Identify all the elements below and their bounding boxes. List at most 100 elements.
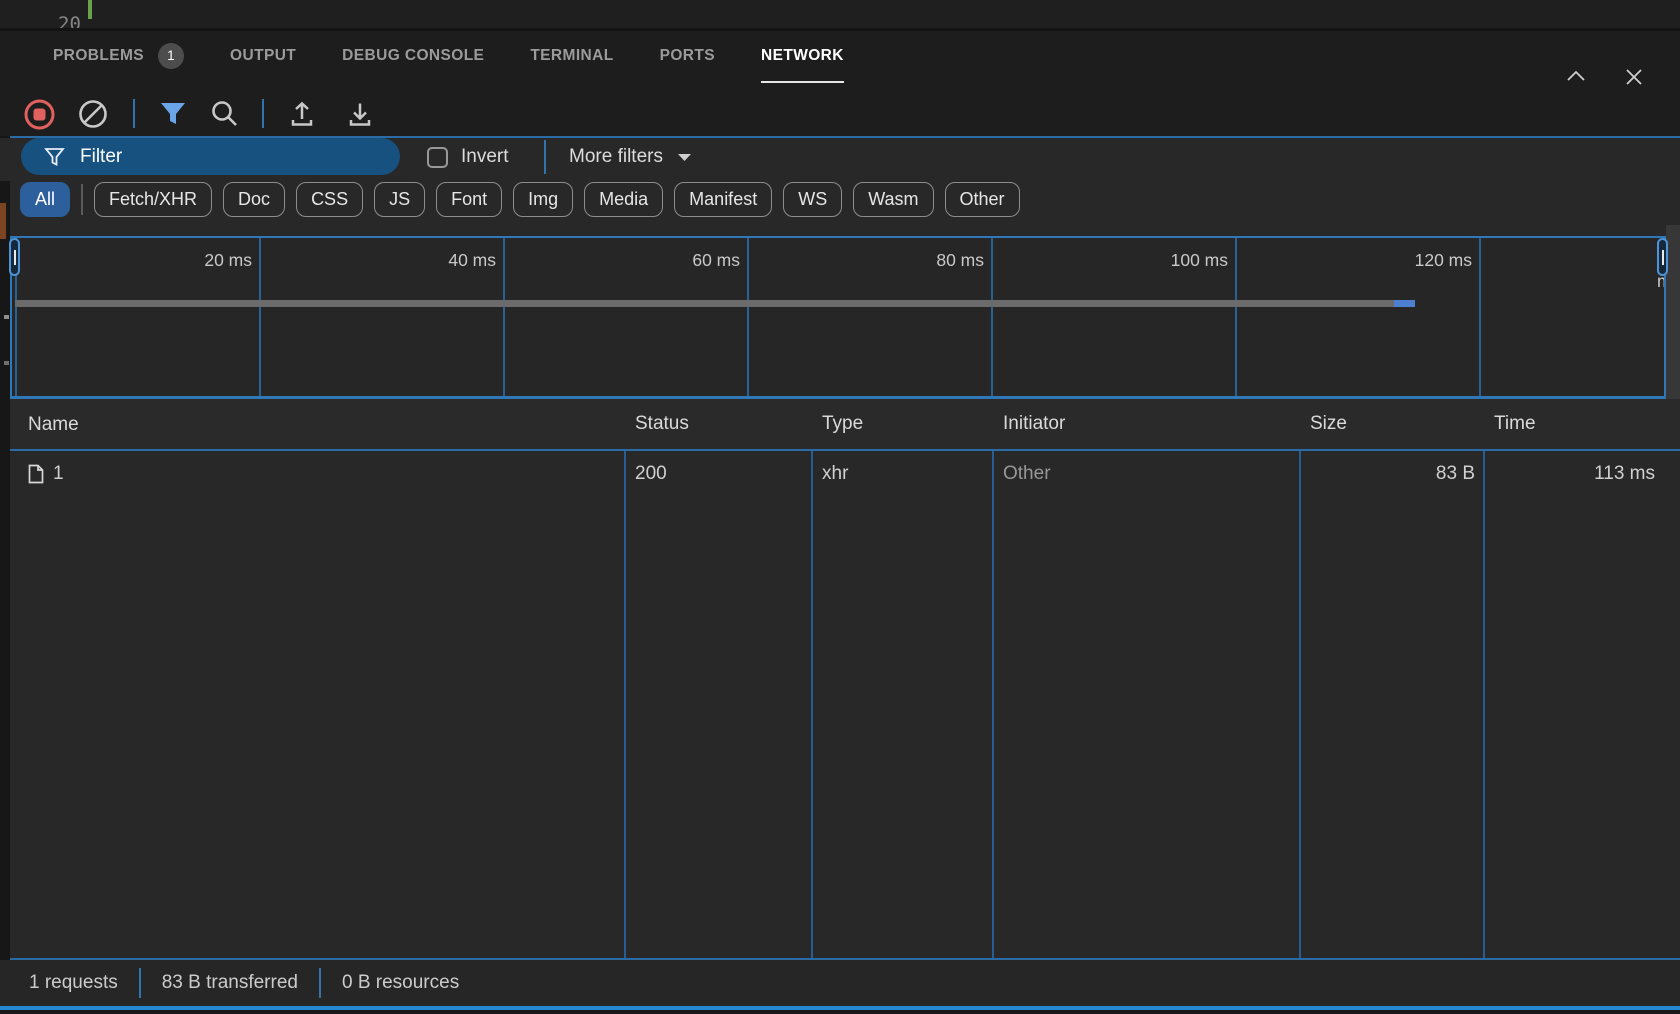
network-toolbar — [0, 91, 1680, 136]
record-stop-icon — [24, 99, 55, 130]
tab-network[interactable]: NETWORK — [761, 39, 844, 73]
tab-debug-console[interactable]: DEBUG CONSOLE — [342, 39, 484, 73]
request-size: 83 B — [1299, 451, 1483, 497]
status-separator — [139, 968, 141, 998]
record-stop-button[interactable] — [24, 99, 54, 129]
import-har-button[interactable] — [287, 99, 317, 129]
invert-label: Invert — [461, 146, 509, 168]
screen-bottom-edge — [0, 1010, 1680, 1014]
tab-ports[interactable]: PORTS — [660, 39, 715, 73]
chip-other[interactable]: Other — [945, 182, 1020, 217]
active-tab-underline — [761, 81, 844, 83]
search-icon — [210, 100, 238, 128]
timeline-gridline — [747, 238, 749, 396]
request-name-cell: 1 — [10, 451, 624, 497]
vscode-panel: 20 // const yourMMKVStorage = new MMKV()… — [0, 0, 1680, 1014]
tab-label: PROBLEMS — [53, 39, 144, 73]
resources-size: 0 B resources — [342, 972, 459, 994]
more-filters-dropdown[interactable]: More filters — [569, 146, 692, 168]
chip-img[interactable]: Img — [513, 182, 573, 217]
chip-wasm[interactable]: Wasm — [853, 182, 933, 217]
search-button[interactable] — [209, 99, 239, 129]
overview-track-bar — [15, 300, 1394, 307]
overview-request-bar — [1394, 300, 1415, 307]
chevron-down-icon — [677, 153, 692, 162]
timeline-gridline — [259, 238, 261, 396]
tab-terminal[interactable]: TERMINAL — [530, 39, 613, 73]
timeline-tick-label: 20 ms — [204, 250, 259, 271]
export-har-button[interactable] — [345, 99, 375, 129]
column-header-time[interactable]: Time — [1483, 399, 1680, 451]
tab-label: PORTS — [660, 39, 715, 73]
chip-separator — [81, 184, 83, 215]
chevron-up-icon — [1564, 65, 1588, 89]
upload-icon — [288, 100, 316, 128]
tab-label: DEBUG CONSOLE — [342, 39, 484, 73]
close-panel-button[interactable] — [1622, 65, 1646, 89]
funnel-icon — [159, 101, 187, 127]
overview-ruler-mark — [0, 203, 6, 239]
chip-css[interactable]: CSS — [296, 182, 363, 217]
timeline-gridline — [991, 238, 993, 396]
chip-manifest[interactable]: Manifest — [674, 182, 772, 217]
filter-separator — [544, 140, 546, 174]
ruler-dot — [4, 361, 9, 365]
requests-count: 1 requests — [29, 972, 118, 994]
clear-icon — [78, 99, 108, 129]
overview-left-handle[interactable] — [9, 238, 20, 276]
tab-label: NETWORK — [761, 39, 844, 73]
column-header-status[interactable]: Status — [624, 399, 811, 451]
column-header-initiator[interactable]: Initiator — [992, 399, 1299, 451]
chip-all[interactable]: All — [20, 182, 70, 217]
problems-badge: 1 — [158, 43, 184, 69]
column-header-type[interactable]: Type — [811, 399, 992, 451]
network-table-header: NameStatusTypeInitiatorSizeTime — [10, 399, 1680, 451]
request-time: 113 ms — [1483, 451, 1680, 497]
timeline-tick-label: 100 ms — [1171, 250, 1235, 271]
tab-output[interactable]: OUTPUT — [230, 39, 296, 73]
timeline-gridline — [503, 238, 505, 396]
column-header-name[interactable]: Name — [10, 399, 624, 451]
chip-js[interactable]: JS — [374, 182, 425, 217]
timeline-tick-label: 40 ms — [448, 250, 503, 271]
timeline-tick-label: 60 ms — [692, 250, 747, 271]
editor-line-number: 20 — [58, 13, 81, 28]
editor-code-sliver: 20 // const yourMMKVStorage = new MMKV()… — [0, 0, 1680, 28]
invert-checkbox[interactable] — [427, 147, 448, 168]
transferred-size: 83 B transferred — [162, 972, 298, 994]
filter-row: Filter Invert More filters — [0, 138, 1680, 181]
overview-right-handle[interactable] — [1657, 238, 1668, 276]
clear-network-log-button[interactable] — [78, 99, 108, 129]
filter-input[interactable]: Filter — [21, 138, 400, 175]
request-type: xhr — [811, 451, 992, 497]
network-request-row[interactable]: 1 200xhrOther83 B113 ms — [10, 451, 1680, 497]
chip-fetch-xhr[interactable]: Fetch/XHR — [94, 182, 212, 217]
funnel-icon — [45, 148, 64, 166]
panel-right-gutter — [1666, 225, 1680, 400]
timeline-tick-label: 120 ms — [1415, 250, 1479, 271]
filter-placeholder: Filter — [80, 146, 122, 168]
column-header-size[interactable]: Size — [1299, 399, 1483, 451]
chip-doc[interactable]: Doc — [223, 182, 285, 217]
timeline-tick-label: 80 ms — [936, 250, 991, 271]
tab-label: TERMINAL — [530, 39, 613, 73]
chip-media[interactable]: Media — [584, 182, 663, 217]
status-separator — [319, 968, 321, 998]
network-status-bar: 1 requests 83 B transferred 0 B resource… — [0, 960, 1680, 1006]
maximize-panel-button[interactable] — [1564, 65, 1588, 89]
network-overview-timeline[interactable]: 20 ms40 ms60 ms80 ms100 ms120 ms140 ms — [10, 236, 1666, 399]
tab-problems[interactable]: PROBLEMS 1 — [53, 39, 184, 73]
request-name: 1 — [53, 451, 64, 497]
document-icon — [28, 464, 44, 484]
chip-ws[interactable]: WS — [783, 182, 842, 217]
git-added-gutter-bar — [88, 0, 92, 19]
tab-label: OUTPUT — [230, 39, 296, 73]
close-icon — [1622, 65, 1646, 89]
chip-font[interactable]: Font — [436, 182, 502, 217]
filter-toggle-button[interactable] — [158, 99, 188, 129]
request-initiator: Other — [992, 451, 1299, 497]
timeline-gridline — [1479, 238, 1481, 396]
request-status: 200 — [624, 451, 811, 497]
toolbar-separator — [262, 99, 264, 128]
panel-tab-bar: PROBLEMS 1 OUTPUT DEBUG CONSOLE TERMINAL PORT… — [0, 31, 1680, 91]
